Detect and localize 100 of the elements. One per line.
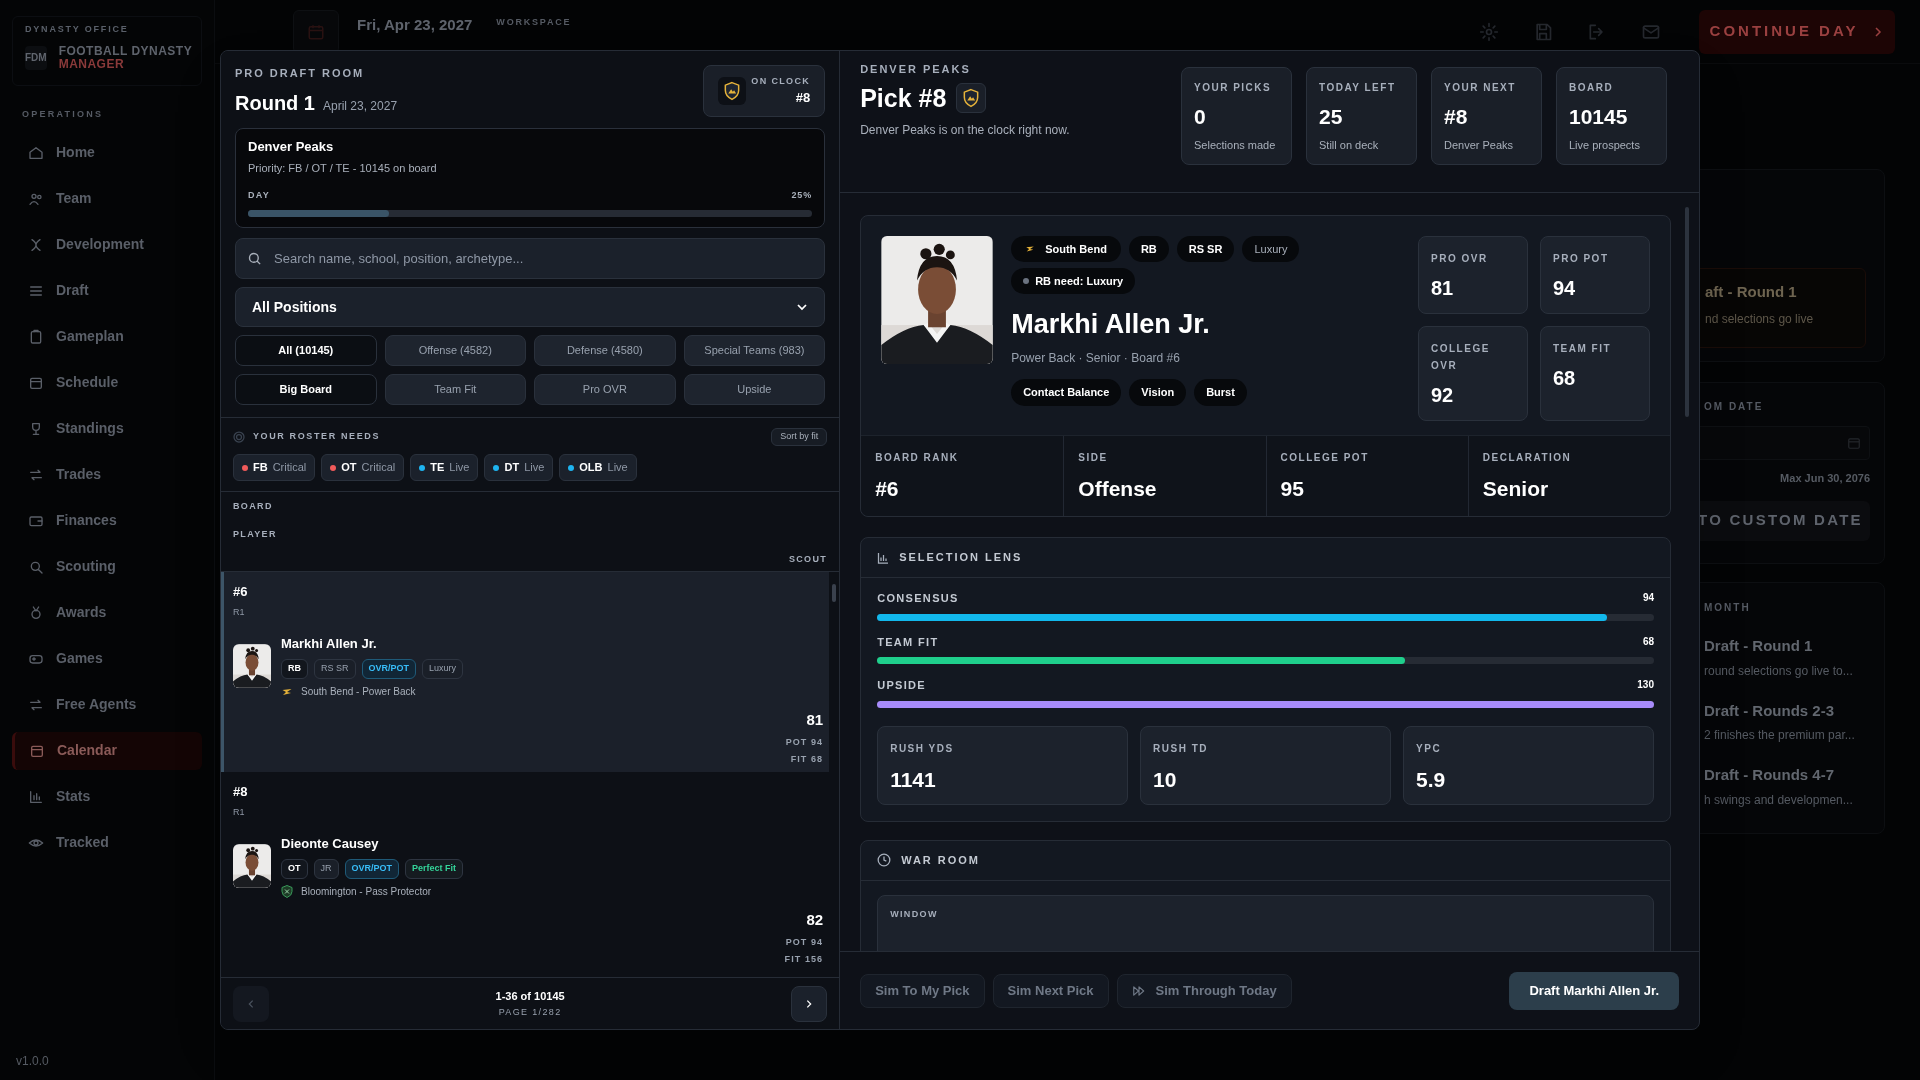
stat-label: RUSH YDS bbox=[890, 741, 955, 756]
player-chip: RS SR bbox=[1176, 236, 1235, 262]
nav-item[interactable]: Team bbox=[12, 179, 202, 218]
stat-label: RUSH TD bbox=[1153, 741, 1210, 756]
column-header: BOARD bbox=[233, 500, 274, 513]
round-label: R1 bbox=[233, 606, 246, 619]
next-page-button[interactable] bbox=[791, 985, 828, 1022]
position-dropdown[interactable]: All Positions bbox=[235, 287, 826, 327]
page-range: 1-36 of 10145 bbox=[495, 988, 565, 1004]
filter-tab[interactable]: Special Teams (983) bbox=[683, 335, 826, 366]
need-position: DT bbox=[504, 460, 520, 476]
brand-subtitle: MANAGER bbox=[58, 57, 126, 71]
continue-day-button[interactable]: CONTINUE DAY bbox=[1699, 9, 1895, 54]
round-label: R1 bbox=[233, 806, 246, 819]
section-title: SELECTION LENS bbox=[899, 550, 1023, 566]
nav-item[interactable]: Trades bbox=[12, 455, 202, 494]
nav-item[interactable]: Finances bbox=[12, 501, 202, 540]
stat-value: 10145 bbox=[1569, 104, 1629, 130]
sort-tab[interactable]: Upside bbox=[683, 374, 826, 405]
chevron-left-icon bbox=[246, 998, 256, 1009]
target-icon bbox=[233, 431, 245, 443]
day-reading: 25% bbox=[791, 188, 813, 202]
player-chip: South Bend bbox=[1011, 236, 1121, 262]
nav-item[interactable]: Tracked bbox=[12, 823, 202, 862]
filter-tab[interactable]: Offense (4582) bbox=[384, 335, 527, 366]
metric-value: 130 bbox=[1637, 678, 1654, 692]
nav-item[interactable]: Schedule bbox=[12, 363, 202, 402]
fact-label: COLLEGE POT bbox=[1280, 451, 1370, 465]
filter-tab[interactable]: All (10145) bbox=[235, 335, 377, 366]
nav-item[interactable]: Games bbox=[12, 639, 202, 678]
player-row[interactable]: #6 R1 Markhi Allen Jr. RB RS SR OVR/POT Luxury South Bend - Power Back 81 POT 94 FIT 68 bbox=[221, 571, 830, 772]
need-position: FB bbox=[253, 460, 268, 476]
nav-item[interactable]: Calendar bbox=[12, 731, 202, 770]
nav-item[interactable]: Draft bbox=[12, 271, 202, 310]
rating-value: 81 bbox=[1431, 276, 1455, 301]
nav-item[interactable]: Development bbox=[12, 225, 202, 264]
stat-caption: Denver Peaks bbox=[1444, 137, 1515, 153]
nav-item[interactable]: Awards bbox=[12, 593, 202, 632]
search-field[interactable]: Search name, school, position, archetype... bbox=[235, 238, 826, 279]
draft-button[interactable]: Draft Markhi Allen Jr. bbox=[1509, 971, 1679, 1010]
stat-label: YOUR PICKS bbox=[1194, 81, 1273, 95]
nav-item[interactable]: Free Agents bbox=[12, 685, 202, 724]
nav-icon bbox=[28, 604, 44, 621]
version-label: v1.0.0 bbox=[16, 1053, 50, 1070]
ovr-rating: 82 bbox=[806, 910, 824, 930]
fit-rating: FIT 156 bbox=[784, 953, 824, 966]
on-clock-label: ON CLOCK bbox=[751, 74, 811, 88]
need-position: TE bbox=[430, 460, 445, 476]
stat-value: #8 bbox=[1444, 104, 1469, 130]
need-status: Critical bbox=[361, 460, 396, 476]
window-label: WINDOW bbox=[890, 907, 939, 921]
filter-tab[interactable]: Defense (4580) bbox=[534, 335, 676, 366]
metric-value: 94 bbox=[1642, 591, 1654, 605]
nav-item[interactable]: Gameplan bbox=[12, 317, 202, 356]
event-note: round selections go live to... bbox=[1704, 662, 1854, 680]
sort-tab[interactable]: Big Board bbox=[235, 374, 377, 405]
player-name: Dieonte Causey bbox=[281, 834, 380, 853]
sort-button[interactable]: Sort by fit bbox=[771, 428, 828, 446]
player-chip: RB bbox=[1128, 236, 1169, 262]
sim-button[interactable]: Sim Next Pick bbox=[992, 973, 1109, 1008]
on-clock-pick: #8 bbox=[795, 89, 811, 107]
need-status: Live bbox=[607, 460, 628, 476]
event-note: h swings and developmen... bbox=[1704, 791, 1854, 809]
stat-caption: Still on deck bbox=[1319, 137, 1380, 153]
sim-button[interactable]: Sim Through Today bbox=[1116, 973, 1292, 1008]
section-heading: OM DATE bbox=[1704, 400, 1765, 414]
event-note: 2 finishes the premium par... bbox=[1704, 727, 1856, 744]
player-row[interactable]: #8 R1 Dieonte Causey OT JR OVR/POT Perfect Fit Bloomington - Pass Protector 82 POT 94 FIT 156 bbox=[221, 771, 830, 968]
metric-value: 68 bbox=[1642, 634, 1654, 649]
fact-value: #6 bbox=[875, 476, 900, 502]
nav-item[interactable]: Standings bbox=[12, 409, 202, 448]
need-status: Live bbox=[524, 460, 545, 476]
ovr-rating: 81 bbox=[806, 710, 824, 730]
clock-icon bbox=[877, 853, 892, 867]
sort-tab[interactable]: Pro OVR bbox=[534, 374, 676, 405]
trait-chip: Vision bbox=[1129, 378, 1187, 406]
date-label: Fri, Apr 23, 2027 bbox=[357, 15, 473, 36]
rating-value: 92 bbox=[1431, 383, 1455, 408]
sim-button[interactable]: Sim To My Pick bbox=[860, 973, 985, 1008]
fact-value: Senior bbox=[1482, 476, 1550, 502]
sort-tab[interactable]: Team Fit bbox=[384, 374, 527, 405]
rating-value: 68 bbox=[1553, 366, 1577, 391]
player-name: Markhi Allen Jr. bbox=[281, 634, 378, 653]
nav-item[interactable]: Home bbox=[12, 133, 202, 172]
settings-icon[interactable] bbox=[1479, 21, 1499, 42]
save-icon[interactable] bbox=[1533, 21, 1553, 42]
school-label: Bloomington - Pass Protector bbox=[301, 885, 432, 899]
nav-icon bbox=[28, 144, 44, 161]
nav-item[interactable]: Scouting bbox=[12, 547, 202, 586]
board-rank: #8 bbox=[233, 782, 249, 801]
logo: FDM bbox=[25, 45, 47, 70]
stat-value: 0 bbox=[1194, 104, 1207, 130]
metric-label: UPSIDE bbox=[877, 678, 927, 693]
player-tag: OVR/POT bbox=[344, 859, 399, 879]
pot-rating: POT 94 bbox=[785, 935, 824, 949]
school-label: South Bend - Power Back bbox=[301, 685, 416, 699]
nav-item[interactable]: Stats bbox=[12, 777, 202, 816]
stat-value: 5.9 bbox=[1416, 766, 1447, 793]
rating-label: TEAM FIT bbox=[1553, 342, 1613, 356]
event-note: nd selections go live bbox=[1705, 310, 1815, 328]
